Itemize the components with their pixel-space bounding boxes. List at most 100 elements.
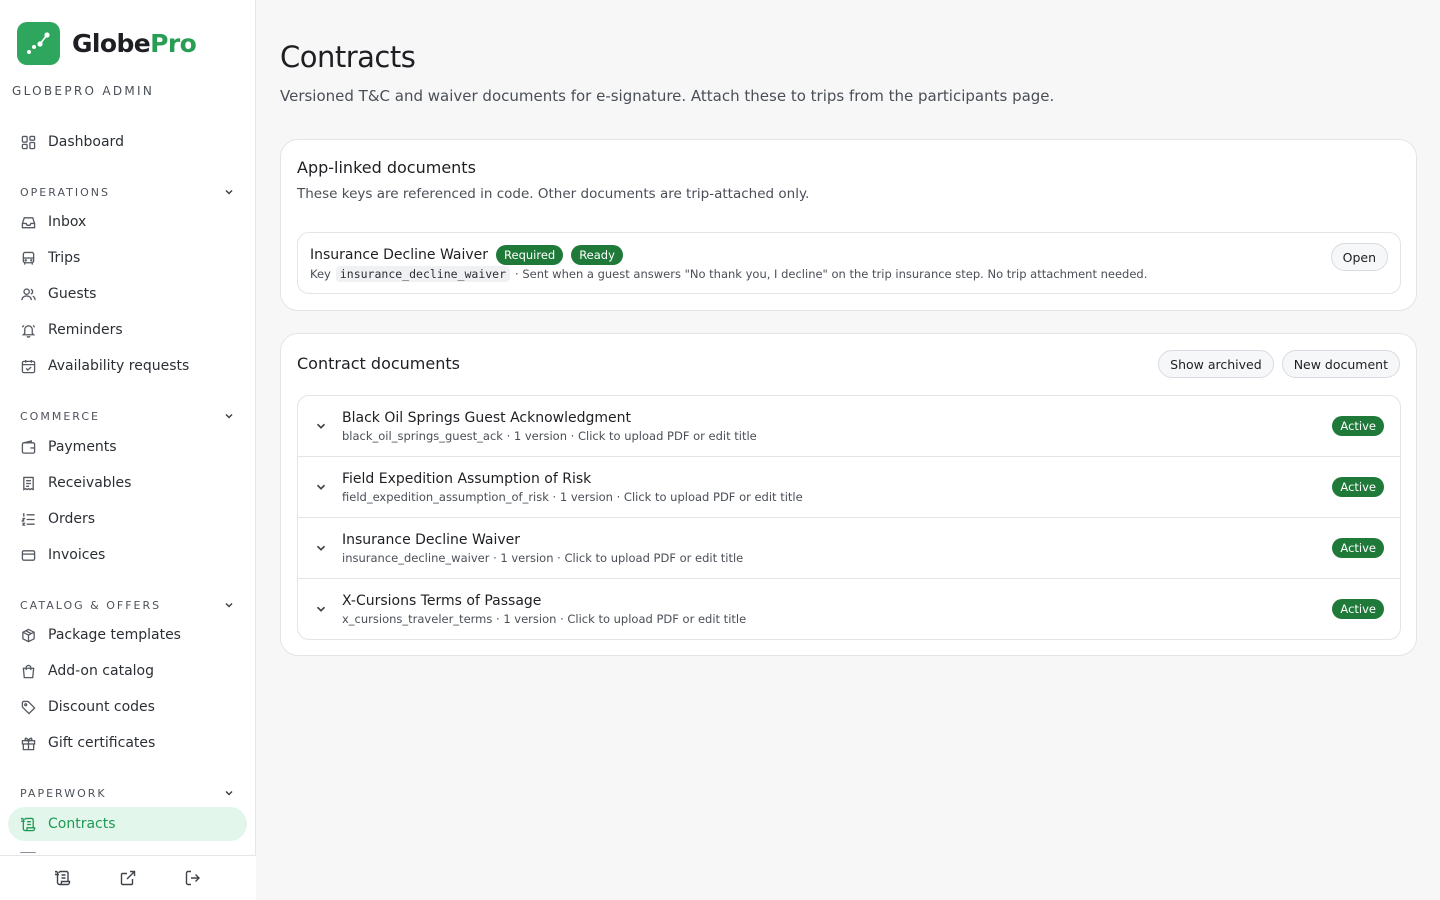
sidebar-item-label: Orders (48, 511, 96, 527)
document-key: insurance_decline_waiver (335, 266, 511, 282)
brand-name: GlobePro (72, 29, 197, 58)
brand[interactable]: GlobePro (17, 22, 197, 65)
section-label: OPERATIONS (20, 185, 110, 199)
sidebar-item-inbox[interactable]: Inbox (8, 205, 247, 239)
sidebar-item-add-on-catalog[interactable]: Add-on catalog (8, 654, 247, 688)
section-operations[interactable]: OPERATIONS (8, 182, 247, 202)
sidebar-item-label: Invoices (48, 547, 106, 563)
sidebar-item-payments[interactable]: Payments (8, 430, 247, 464)
document-meta: black_oil_springs_guest_ack · 1 version … (342, 429, 757, 443)
section-paperwork[interactable]: PAPERWORK (8, 783, 247, 803)
sidebar-item-reminders[interactable]: Reminders (8, 313, 247, 347)
status-badge: Active (1332, 538, 1384, 558)
sidebar-item-orders[interactable]: Orders (8, 502, 247, 536)
sidebar-item-label: Trips (48, 250, 81, 266)
status-badge: Active (1332, 416, 1384, 436)
users-icon (20, 286, 36, 302)
card-title: App-linked documents (297, 158, 476, 177)
sidebar-item-contracts[interactable]: Contracts (8, 807, 247, 841)
sidebar-item-label: Contracts (48, 816, 116, 832)
section-label: PAPERWORK (20, 786, 107, 800)
sidebar-item-label: Dashboard (48, 134, 124, 150)
sidebar-footer (0, 855, 256, 900)
sidebar-item-invoices[interactable]: Invoices (8, 538, 247, 572)
card-description: These keys are referenced in code. Other… (297, 186, 810, 202)
dashboard-icon (20, 134, 36, 150)
list-item[interactable]: X-Cursions Terms of Passage x_cursions_t… (298, 579, 1400, 639)
document-meta: field_expedition_assumption_of_risk · 1 … (342, 490, 803, 504)
page-subtitle: Versioned T&C and waiver documents for e… (280, 87, 1055, 105)
sidebar-item-label: Guests (48, 286, 97, 302)
sidebar-item-label: Payments (48, 439, 117, 455)
document-title: Insurance Decline Waiver (342, 532, 521, 548)
bus-icon (20, 250, 36, 266)
contract-documents-card: Contract documents Show archived New doc… (280, 333, 1417, 656)
receipt-icon (20, 475, 36, 491)
sidebar-item-label: Discount codes (48, 699, 155, 715)
bell-icon (20, 322, 36, 338)
globe-logo-icon (17, 22, 60, 65)
sidebar: GlobePro GLOBEPRO ADMIN Dashboard OPERAT… (0, 0, 256, 900)
list-ordered-icon (20, 511, 36, 527)
section-commerce[interactable]: COMMERCE (8, 406, 247, 426)
wallet-icon (20, 439, 36, 455)
scroll-text-icon (20, 816, 36, 832)
log-out-icon[interactable] (181, 866, 205, 890)
sidebar-item-guests[interactable]: Guests (8, 277, 247, 311)
show-archived-button[interactable]: Show archived (1158, 350, 1274, 378)
list-item[interactable]: Black Oil Springs Guest Acknowledgment b… (298, 396, 1400, 457)
section-label: CATALOG & OFFERS (20, 598, 162, 612)
sidebar-item-trips[interactable]: Trips (8, 241, 247, 275)
page-title: Contracts (280, 40, 416, 74)
document-title: Field Expedition Assumption of Risk (342, 471, 592, 487)
app-linked-document-row: Insurance Decline Waiver Required Ready … (297, 232, 1401, 294)
external-link-icon[interactable] (116, 866, 140, 890)
sidebar-item-label: Add-on catalog (48, 663, 154, 679)
document-note: · Sent when a guest answers "No thank yo… (515, 267, 1148, 281)
new-document-button[interactable]: New document (1281, 350, 1400, 378)
sidebar-item-dashboard[interactable]: Dashboard (8, 125, 247, 159)
document-meta: Key insurance_decline_waiver · Sent when… (310, 266, 1147, 282)
chevron-down-icon[interactable] (314, 479, 328, 498)
sidebar-item-label: Availability requests (48, 358, 190, 374)
document-title: X-Cursions Terms of Passage (342, 593, 542, 609)
sidebar-item-gift-certificates[interactable]: Gift certificates (8, 726, 247, 760)
chevron-down-icon[interactable] (314, 540, 328, 559)
card-title: Contract documents (297, 354, 460, 373)
inbox-icon (20, 214, 36, 230)
sidebar-item-discount-codes[interactable]: Discount codes (8, 690, 247, 724)
sidebar-item-availability-requests[interactable]: Availability requests (8, 349, 247, 383)
chevron-down-icon[interactable] (314, 601, 328, 620)
status-badge: Active (1332, 599, 1384, 619)
card-actions: Show archived New document (1158, 350, 1400, 378)
ready-badge: Ready (571, 245, 623, 265)
sidebar-item-receivables[interactable]: Receivables (8, 466, 247, 500)
credit-card-icon (20, 547, 36, 563)
app-linked-documents-card: App-linked documents These keys are refe… (280, 139, 1417, 311)
sidebar-item-label: Package templates (48, 627, 181, 643)
tag-icon (20, 699, 36, 715)
list-item[interactable]: Insurance Decline Waiver insurance_decli… (298, 518, 1400, 579)
chevron-down-icon (223, 784, 235, 803)
chevron-down-icon (223, 596, 235, 615)
calendar-check-icon (20, 358, 36, 374)
document-meta: x_cursions_traveler_terms · 1 version · … (342, 612, 747, 626)
open-button[interactable]: Open (1330, 243, 1388, 271)
chevron-down-icon[interactable] (314, 418, 328, 437)
status-badge: Active (1332, 477, 1384, 497)
required-badge: Required (496, 245, 564, 265)
chevron-down-icon (223, 183, 235, 202)
sidebar-item-label: Receivables (48, 475, 132, 491)
gift-icon (20, 735, 36, 751)
scroll-text-icon[interactable] (51, 866, 75, 890)
sidebar-item-package-templates[interactable]: Package templates (8, 618, 247, 652)
document-meta: insurance_decline_waiver · 1 version · C… (342, 551, 744, 565)
section-label: COMMERCE (20, 409, 100, 423)
contract-document-list: Black Oil Springs Guest Acknowledgment b… (297, 395, 1401, 640)
package-icon (20, 627, 36, 643)
document-title: Insurance Decline Waiver (310, 247, 489, 263)
admin-label: GLOBEPRO ADMIN (12, 84, 155, 98)
chevron-down-icon (223, 407, 235, 426)
section-catalog-offers[interactable]: CATALOG & OFFERS (8, 595, 247, 615)
list-item[interactable]: Field Expedition Assumption of Risk fiel… (298, 457, 1400, 518)
